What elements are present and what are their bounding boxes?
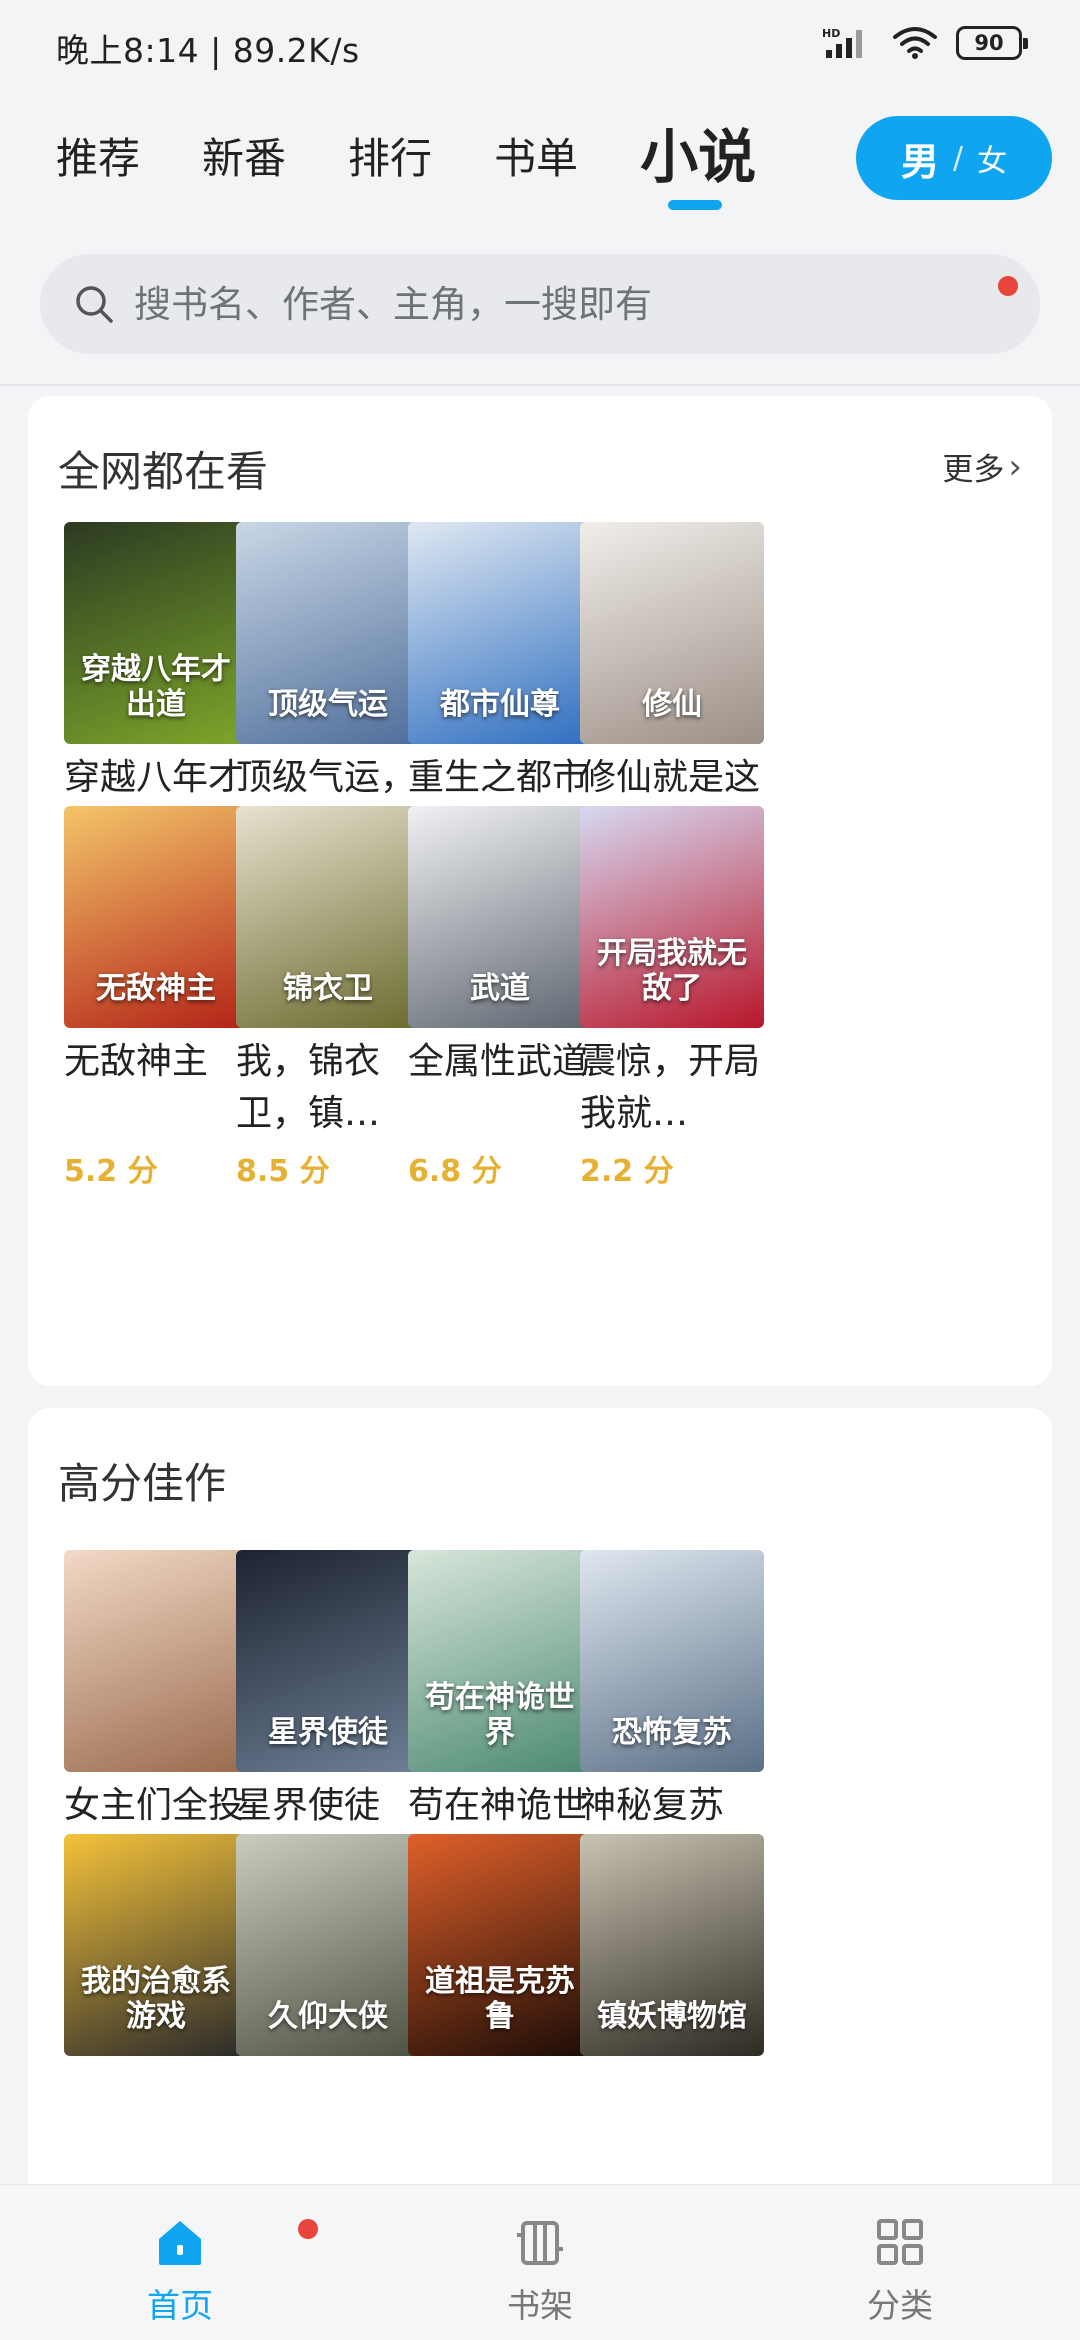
nav-home-label: 首页 (147, 2286, 213, 2325)
more-link[interactable]: 更多 › (942, 444, 1022, 489)
book-item[interactable]: 武道全属性武道 6.8 分 (408, 806, 592, 1190)
book-cover: 镇妖博物馆 (580, 1834, 764, 2056)
search-bar[interactable] (40, 254, 1040, 354)
book-cover: 星界使徒 (236, 1550, 420, 1772)
book-cover-text: 恐怖复苏 (612, 1714, 732, 1750)
header-divider (0, 384, 1080, 386)
book-title (580, 2064, 770, 2168)
nav-category[interactable]: 分类 (720, 2185, 1080, 2340)
section-top-card: 高分佳作 女主们全投怀送…8.8 分星界使徒星界使徒9.1 分苟在神诡世界苟在神… (28, 1408, 1052, 2208)
book-cover-text: 镇妖博物馆 (597, 1998, 747, 2034)
book-cover: 恐怖复苏 (580, 1550, 764, 1772)
book-cover: 我的治愈系游戏 (64, 1834, 248, 2056)
nav-bookshelf-label: 书架 (507, 2286, 573, 2325)
book-item[interactable]: 无敌神主 无敌神主 5.2 分 (64, 806, 248, 1190)
book-cover: 无敌神主 (64, 806, 248, 1028)
tab-new-anime[interactable]: 新番 (202, 125, 286, 218)
book-item[interactable]: 镇妖博物馆 (580, 1834, 764, 2174)
book-item[interactable]: 锦衣卫我，锦衣卫，镇… 8.5 分 (236, 806, 420, 1190)
book-title: 全属性武道 (408, 1041, 589, 1082)
app-page: 晚上8:14 | 89.2K/s HD 90 推荐 新番 排行 书单 小说 男 … (0, 0, 1080, 2340)
book-title (64, 2064, 254, 2168)
book-cover: 武道 (408, 806, 592, 1028)
battery-icon: 90 (956, 26, 1028, 60)
book-cover: 穿越八年才出道 (64, 522, 248, 744)
nav-home[interactable]: 首页 (0, 2185, 360, 2340)
section-hot-card: 全网都在看 更多› 穿越八年才出道穿越八年才出道7.0 分顶级气运顶级气运，悄…… (28, 396, 1052, 1386)
book-cover: 都市仙尊 (408, 522, 592, 744)
section-top-title: 高分佳作 (58, 1459, 227, 1508)
book-cover-text: 穿越八年才出道 (81, 652, 231, 722)
book-cover-text: 修仙 (642, 686, 702, 722)
tab-ranking[interactable]: 排行 (348, 125, 432, 218)
book-cover-text: 久仰大侠 (268, 1998, 388, 2034)
book-cover-text: 无敌神主 (96, 970, 216, 1006)
bookshelf-icon (517, 2221, 563, 2265)
active-tab-indicator (668, 200, 723, 210)
book-cover: 修仙 (580, 522, 764, 744)
gender-female-label: 女 (977, 144, 1008, 179)
book-cover: 锦衣卫 (236, 806, 420, 1028)
bottom-navigation: 首页 书架 分类 (0, 2184, 1080, 2340)
book-cover-text: 我的治愈系游戏 (81, 1964, 231, 2034)
gender-toggle-button[interactable]: 男 / 女 (856, 116, 1052, 200)
nav-bookshelf[interactable]: 书架 (360, 2185, 720, 2340)
book-cover-text: 都市仙尊 (440, 686, 560, 722)
nav-category-label: 分类 (867, 2286, 933, 2325)
search-icon (76, 286, 113, 323)
book-cover: 苟在神诡世界 (408, 1550, 592, 1772)
section-hot-title: 全网都在看 (58, 447, 269, 496)
book-title: 震惊，开局我就… (580, 1041, 761, 1134)
tab-booklist[interactable]: 书单 (494, 125, 578, 218)
book-cover: 久仰大侠 (236, 1834, 420, 2056)
book-score: 8.5 分 (236, 1154, 330, 1189)
tab-novel[interactable]: 小说 (640, 110, 756, 218)
nav-home-notification-dot (298, 2219, 318, 2239)
book-cover-text: 武道 (470, 970, 530, 1006)
book-cover-text: 开局我就无敌了 (597, 936, 747, 1006)
gender-separator: / (952, 140, 964, 176)
book-cover-text: 星界使徒 (268, 1714, 388, 1750)
book-title (408, 2064, 598, 2168)
status-icons: HD 90 (822, 26, 1028, 60)
gender-male-label: 男 (900, 139, 939, 184)
book-cover-text: 苟在神诡世界 (425, 1680, 575, 1750)
book-cover-text: 锦衣卫 (283, 970, 373, 1006)
book-title (236, 2064, 426, 2168)
top-tabs: 推荐 新番 排行 书单 小说 (56, 108, 818, 218)
status-time-speed: 晚上8:14 | 89.2K/s (56, 31, 360, 70)
book-score: 2.2 分 (580, 1154, 674, 1189)
book-title: 无敌神主 (64, 1041, 209, 1082)
chevron-right-icon: › (1008, 446, 1022, 487)
book-cover-text: 顶级气运 (268, 686, 388, 722)
book-score: 6.8 分 (408, 1154, 502, 1189)
book-item[interactable]: 我的治愈系游戏 (64, 1834, 248, 2174)
book-item[interactable]: 久仰大侠 (236, 1834, 420, 2174)
book-item[interactable]: 道祖是克苏鲁 (408, 1834, 592, 2174)
battery-level: 90 (974, 31, 1004, 55)
svg-text:HD: HD (822, 27, 840, 40)
book-cover (64, 1550, 248, 1772)
tab-recommend[interactable]: 推荐 (56, 125, 140, 218)
home-icon (159, 2221, 201, 2265)
book-item[interactable]: 开局我就无敌了震惊，开局我就… 2.2 分 (580, 806, 764, 1190)
category-icon (877, 2219, 923, 2265)
status-bar: 晚上8:14 | 89.2K/s HD 90 (0, 0, 1080, 96)
book-cover-text: 道祖是克苏鲁 (425, 1964, 575, 2034)
book-cover: 顶级气运 (236, 522, 420, 744)
book-title: 我，锦衣卫，镇… (236, 1041, 381, 1134)
signal-icon: HD (822, 27, 862, 58)
book-cover: 开局我就无敌了 (580, 806, 764, 1028)
wifi-icon (893, 27, 937, 59)
search-notification-dot (998, 276, 1018, 296)
book-score: 5.2 分 (64, 1154, 158, 1189)
search-input[interactable] (134, 282, 994, 326)
book-cover: 道祖是克苏鲁 (408, 1834, 592, 2056)
